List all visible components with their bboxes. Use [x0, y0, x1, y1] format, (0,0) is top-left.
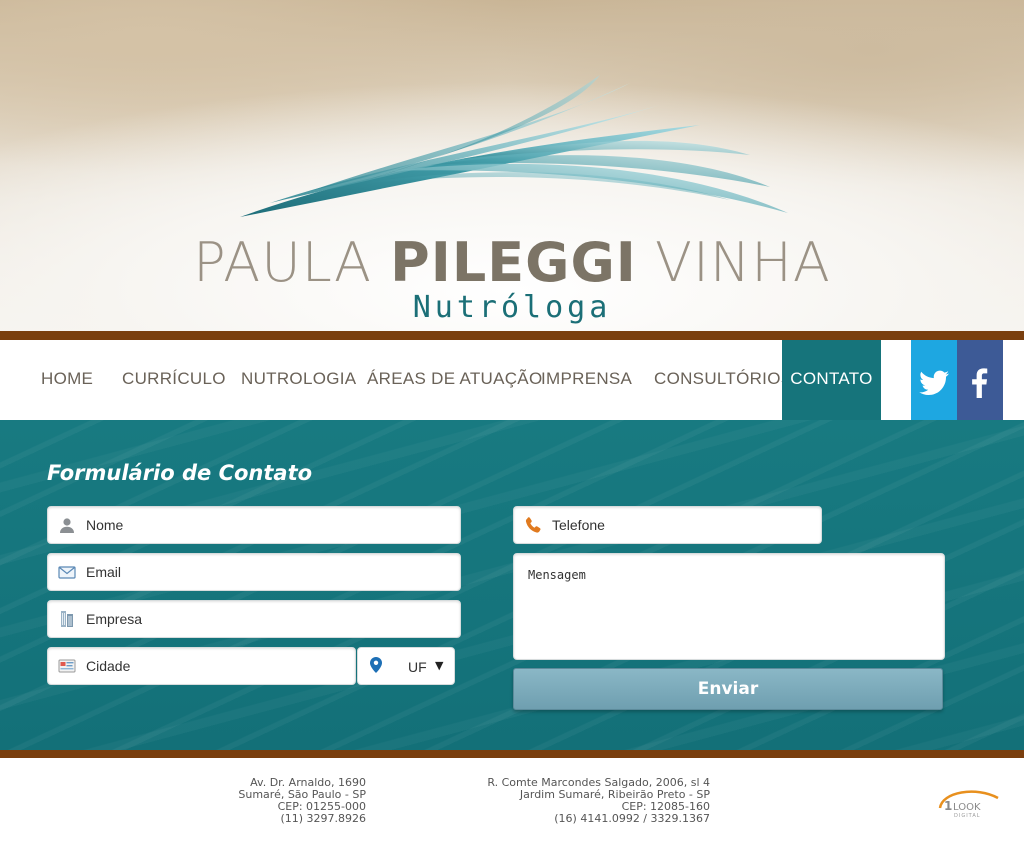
- svg-text:1: 1: [944, 799, 952, 813]
- site-header: PAULA PILEGGI VINHA Nutróloga: [0, 0, 1024, 333]
- form-title: Formulário de Contato: [47, 461, 313, 485]
- location-pin-icon: [370, 657, 382, 673]
- email-field: [47, 553, 461, 591]
- phone-input[interactable]: [552, 507, 815, 543]
- nav-item-areas-de-atuacao[interactable]: ÁREAS DE ATUAÇÃO: [367, 340, 542, 420]
- agency-logo-icon[interactable]: 1 LOOK DIGITAL: [936, 784, 1002, 820]
- facebook-button[interactable]: [957, 340, 1003, 430]
- company-input[interactable]: [86, 601, 454, 637]
- address-ribeirao-preto: R. Comte Marcondes Salgado, 2006, sl 4 J…: [487, 777, 710, 825]
- main-nav: HOME CURRÍCULO NUTROLOGIA ÁREAS DE ATUAÇ…: [0, 340, 1024, 420]
- name-input[interactable]: [86, 507, 454, 543]
- state-select[interactable]: UF ▼: [357, 647, 455, 685]
- user-icon: [60, 518, 74, 533]
- state-select-value: UF: [408, 659, 427, 675]
- envelope-icon: [58, 566, 76, 579]
- divider-bar-bottom: [0, 750, 1024, 758]
- brand-name-middle: PILEGGI: [390, 231, 637, 294]
- brand-name: PAULA PILEGGI VINHA: [0, 232, 1024, 294]
- nav-item-home[interactable]: HOME: [41, 340, 93, 420]
- address-sumare: Av. Dr. Arnaldo, 1690 Sumaré, São Paulo …: [238, 777, 366, 825]
- name-field: [47, 506, 461, 544]
- contact-form-section: Formulário de Contato Nome Email Empresa…: [0, 420, 1024, 750]
- address-phone: (11) 3297.8926: [280, 812, 366, 825]
- brand-subtitle: Nutróloga: [412, 290, 612, 325]
- phone-icon: [525, 517, 541, 533]
- nav-item-nutrologia[interactable]: NUTROLOGIA: [241, 340, 356, 420]
- company-field: [47, 600, 461, 638]
- city-field: [47, 647, 356, 685]
- email-input[interactable]: [86, 554, 454, 590]
- phone-field: [513, 506, 822, 544]
- divider-bar: [0, 331, 1024, 340]
- building-icon: [61, 611, 73, 627]
- chevron-down-icon: ▼: [435, 659, 444, 672]
- site-footer: Av. Dr. Arnaldo, 1690 Sumaré, São Paulo …: [0, 758, 1024, 851]
- nav-item-contato[interactable]: CONTATO: [782, 340, 881, 420]
- nav-item-consultorios[interactable]: CONSULTÓRIOS: [654, 340, 792, 420]
- message-textarea[interactable]: [528, 568, 930, 649]
- city-input[interactable]: [86, 648, 349, 684]
- brand-name-first: PAULA: [193, 231, 372, 294]
- svg-text:LOOK: LOOK: [953, 802, 981, 813]
- nav-item-curriculo[interactable]: CURRÍCULO: [122, 340, 226, 420]
- twitter-icon: [919, 370, 949, 395]
- map-card-icon: [58, 659, 76, 673]
- address-phone: (16) 4141.0992 / 3329.1367: [554, 812, 710, 825]
- message-field: [513, 553, 945, 660]
- brand-name-last: VINHA: [655, 231, 831, 294]
- nav-item-imprensa[interactable]: IMPRENSA: [541, 340, 632, 420]
- facebook-icon: [972, 368, 988, 398]
- submit-button[interactable]: Enviar: [513, 668, 943, 710]
- palm-leaf-logo-icon: [240, 75, 788, 217]
- svg-text:DIGITAL: DIGITAL: [954, 813, 981, 819]
- twitter-button[interactable]: [911, 340, 957, 430]
